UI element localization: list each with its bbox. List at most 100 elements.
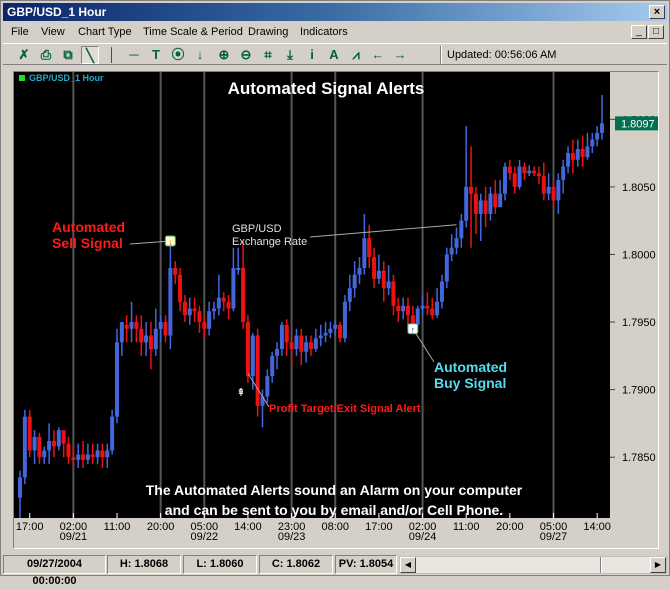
candle xyxy=(27,409,32,458)
menu-drawing[interactable]: Drawing xyxy=(248,26,288,38)
candle-body xyxy=(338,324,343,339)
candle-body xyxy=(245,322,250,377)
candle-body xyxy=(512,173,517,187)
menu-chart-type[interactable]: Chart Type xyxy=(78,26,132,38)
candle-body xyxy=(566,153,571,167)
candle-body xyxy=(260,396,265,406)
menu-indicators[interactable]: Indicators xyxy=(300,26,348,38)
horizontal-scrollbar[interactable]: ◀ ▶ xyxy=(399,556,667,574)
close-button[interactable]: × xyxy=(649,5,665,19)
candle-body xyxy=(115,342,119,417)
candle-body xyxy=(236,267,241,270)
candle-body xyxy=(294,335,299,350)
candle-body xyxy=(561,166,566,181)
candle-body xyxy=(153,328,158,350)
buy-arrow-icon: ↑ xyxy=(411,325,416,335)
candle-body xyxy=(551,186,556,201)
candle-body xyxy=(241,267,246,323)
candle-body xyxy=(221,297,226,302)
menu-time-scale[interactable]: Time Scale & Period xyxy=(143,26,243,38)
fit-scale-icon[interactable]: ⌗ xyxy=(259,46,277,64)
scroll-thumb[interactable] xyxy=(600,557,602,573)
indicator-icon[interactable]: ⩘ xyxy=(347,46,365,64)
maximize-button[interactable]: □ xyxy=(648,25,664,39)
arrow-right-icon[interactable]: → xyxy=(391,46,409,64)
candle-body xyxy=(318,335,323,339)
candle-body xyxy=(105,450,110,458)
status-close: C: 1.8062 xyxy=(259,555,333,574)
zoom-out-icon[interactable]: ⊖ xyxy=(237,46,255,64)
candle-body xyxy=(459,220,464,239)
status-high: H: 1.8068 xyxy=(107,555,181,574)
x-tick-label: 17:00 xyxy=(16,521,44,533)
candle-body xyxy=(18,477,22,498)
current-price-label: 1.8097 xyxy=(621,118,655,130)
menu-view[interactable]: View xyxy=(41,26,65,38)
candle xyxy=(115,328,119,424)
candle-body xyxy=(493,193,498,208)
candle-body xyxy=(372,257,377,279)
candle-body xyxy=(527,170,532,174)
scroll-left-button[interactable]: ◀ xyxy=(400,557,416,573)
vertical-line-icon[interactable]: │ xyxy=(103,46,121,64)
candle-body xyxy=(304,342,309,352)
candle-body xyxy=(119,322,124,343)
arrow-down-icon[interactable]: ↓ xyxy=(191,46,209,64)
candle-body xyxy=(503,166,507,194)
candle-body xyxy=(27,416,32,451)
candle-body xyxy=(71,457,76,460)
download-icon[interactable]: ⤓ xyxy=(281,46,299,64)
sell-arrow-icon: ↓ xyxy=(168,237,173,247)
candle-body xyxy=(342,301,347,339)
candlestick-chart[interactable]: 1.81001.80501.80001.79501.79001.78501.80… xyxy=(14,72,658,548)
print-icon[interactable]: ⎙ xyxy=(37,46,55,64)
info-icon[interactable]: i xyxy=(303,46,321,64)
candle-body xyxy=(600,123,604,133)
copy-window-icon[interactable]: ⧉ xyxy=(59,46,77,64)
candle-body xyxy=(207,311,212,329)
menu-bar: File View Chart Type Time Scale & Period… xyxy=(3,23,667,42)
candle-body xyxy=(478,200,483,214)
x-date-label: 09/27 xyxy=(540,531,568,543)
cross-delete-icon[interactable]: ✗ xyxy=(15,46,33,64)
horizontal-line-icon[interactable]: ─ xyxy=(125,46,143,64)
text-tool-icon[interactable]: T xyxy=(147,46,165,64)
arrow-left-icon[interactable]: ← xyxy=(369,46,387,64)
circle-target-icon[interactable]: ⦿ xyxy=(169,46,187,64)
candle-body xyxy=(32,436,37,451)
candle-body xyxy=(328,328,333,333)
candle-body xyxy=(42,450,47,458)
candle-body xyxy=(129,322,134,329)
candle-body xyxy=(449,247,454,255)
candle-body xyxy=(250,335,255,377)
trend-line-icon[interactable]: ╲ xyxy=(81,46,99,64)
candle-body xyxy=(386,281,391,289)
candle-body xyxy=(158,322,163,329)
candle-body xyxy=(163,322,168,336)
minimize-button[interactable]: _ xyxy=(631,25,647,39)
scroll-right-button[interactable]: ▶ xyxy=(650,557,666,573)
candle-body xyxy=(580,149,585,158)
candle-body xyxy=(182,301,187,316)
candle-body xyxy=(265,376,270,397)
status-pv: PV: 1.8054 xyxy=(335,555,397,574)
y-tick-label: 1.7850 xyxy=(622,452,656,464)
symbol-label: GBP/USD_1 Hour xyxy=(29,73,104,83)
candle-body xyxy=(362,238,367,268)
candle-body xyxy=(231,267,236,309)
candle-body xyxy=(454,238,459,248)
menu-file[interactable]: File xyxy=(11,26,29,38)
x-tick-label: 20:00 xyxy=(496,521,524,533)
candle-body xyxy=(124,324,129,329)
candle xyxy=(22,409,27,485)
zoom-in-icon[interactable]: ⊕ xyxy=(215,46,233,64)
candle-body xyxy=(420,305,425,309)
candle-body xyxy=(81,454,86,460)
x-date-label: 09/23 xyxy=(278,531,306,543)
candle-body xyxy=(590,139,595,147)
candle-body xyxy=(37,436,42,458)
font-icon[interactable]: A xyxy=(325,46,343,64)
x-tick-label: 08:00 xyxy=(321,521,349,533)
candle-body xyxy=(396,305,401,312)
updated-timestamp: Updated: 00:56:06 AM xyxy=(447,49,557,61)
